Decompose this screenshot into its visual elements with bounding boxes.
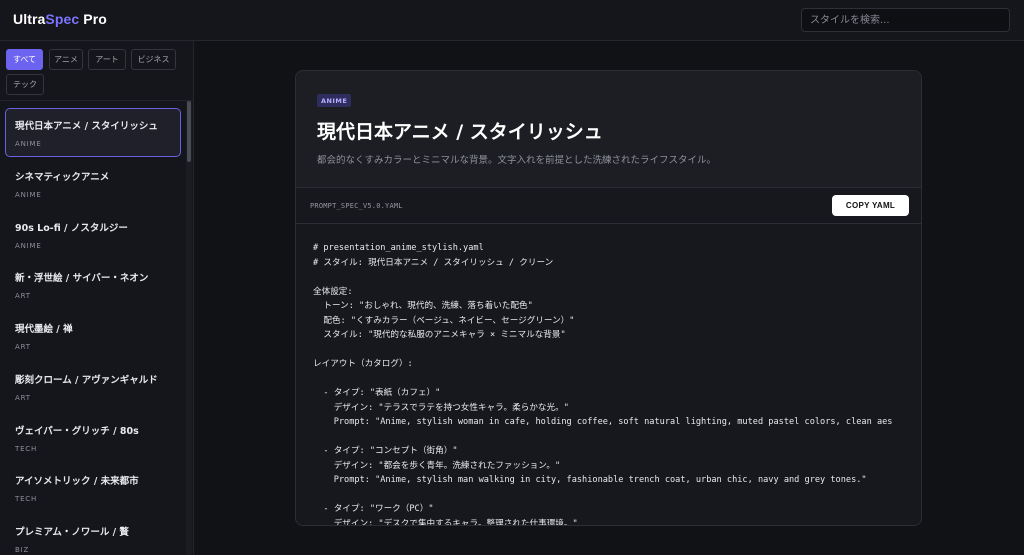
code-line: レイアウト（カタログ）: [313,359,413,369]
yaml-code-block[interactable]: # presentation_anime_stylish.yaml # スタイル:… [313,241,921,526]
code-line: # presentation_anime_stylish.yaml [313,243,484,253]
filter-chip-all[interactable]: すべて [6,49,43,70]
filter-chip-business[interactable]: ビジネス [131,49,176,70]
logo-suffix: Pro [79,11,107,27]
style-detail-card: ANIME 現代日本アニメ / スタイリッシュ 都会的なくすみカラーとミニマルな… [295,70,922,526]
logo-prefix: Ultra [13,11,46,27]
code-line: 全体設定: [313,286,353,297]
app-logo[interactable]: UltraSpec Pro [13,11,107,27]
style-name: アイソメトリック / 未来都市 [15,476,139,487]
code-line: デザイン: "デスクで集中するキャラ。整理された仕事環境。" [313,518,578,526]
style-description: 都会的なくすみカラーとミニマルな背景。文字入れを前提とした洗練されたライフスタイ… [317,155,717,166]
copy-yaml-button[interactable]: COPY YAML [832,195,909,216]
style-category: ART [15,292,31,300]
style-list-item[interactable]: 90s Lo-fi / ノスタルジー ANIME [5,210,181,259]
code-line: # スタイル: 現代日本アニメ / スタイリッシュ / クリーン [313,257,554,268]
style-list-item[interactable]: プレミアム・ノワール / 贅 BIZ [5,514,181,555]
style-category: ART [15,343,31,351]
style-name: 90s Lo-fi / ノスタルジー [15,223,128,234]
style-list-item[interactable]: アイソメトリック / 未来都市 TECH [5,463,181,512]
code-line: スタイル: "現代的な私服のアニメキャラ × ミニマルな背景" [313,330,566,340]
filter-chip-art[interactable]: アート [88,49,126,70]
style-name: ヴェイパー・グリッチ / 80s [15,426,139,437]
style-name: プレミアム・ノワール / 贅 [15,527,129,538]
category-badge: ANIME [317,94,352,107]
search-input[interactable] [801,8,1010,32]
code-line: Prompt: "Anime, stylish woman in cafe, h… [313,417,893,427]
style-category: ANIME [15,242,42,250]
file-name: PROMPT_SPEC_V5.0.YAML [310,202,403,210]
style-name: 現代日本アニメ / スタイリッシュ [15,121,158,132]
style-category: BIZ [15,546,30,554]
code-line: デザイン: "都会を歩く青年。洗練されたファッション。" [313,460,561,471]
style-name: シネマティックアニメ [15,172,110,183]
style-category: ANIME [15,191,42,199]
code-line: - タイプ: "表紙（カフェ）" [313,388,441,398]
style-name: 彫刻クローム / アヴァンギャルド [15,375,158,386]
style-list-item[interactable]: シネマティックアニメ ANIME [5,159,181,208]
code-line: Prompt: "Anime, stylish man walking in c… [313,475,867,485]
style-list-item[interactable]: 新・浮世絵 / サイバー・ネオン ART [5,260,181,309]
top-bar: UltraSpec Pro [0,0,1024,41]
style-category: TECH [15,445,38,453]
code-line: トーン: "おしゃれ、現代的、洗練、落ち着いた配色" [313,301,533,311]
filter-chip-tech[interactable]: テック [6,74,44,95]
sidebar-scrollbar[interactable] [186,101,192,555]
style-title: 現代日本アニメ / スタイリッシュ [317,121,603,143]
logo-accent: Spec [45,11,80,27]
style-list-item[interactable]: 現代日本アニメ / スタイリッシュ ANIME [5,108,181,157]
style-name: 新・浮世絵 / サイバー・ネオン [15,273,149,284]
filter-chip-anime[interactable]: アニメ [49,49,83,70]
style-list-item[interactable]: ヴェイパー・グリッチ / 80s TECH [5,413,181,462]
code-line: 配色: "くすみカラー（ベージュ、ネイビー、セージグリーン）" [313,315,575,326]
card-header: ANIME 現代日本アニメ / スタイリッシュ 都会的なくすみカラーとミニマルな… [296,71,921,188]
filter-bar: すべて アニメ アート ビジネス テック [0,41,193,101]
style-category: ART [15,394,31,402]
file-bar: PROMPT_SPEC_V5.0.YAML COPY YAML [296,188,921,224]
code-line: デザイン: "テラスでラテを持つ女性キャラ。柔らかな光。" [313,402,569,413]
style-list-item[interactable]: 現代墨絵 / 禅 ART [5,311,181,360]
style-category: ANIME [15,140,42,148]
sidebar: すべて アニメ アート ビジネス テック 現代日本アニメ / スタイリッシュ A… [0,41,194,555]
code-line: - タイプ: "ワーク（PC）" [313,504,434,514]
style-list-item[interactable]: 彫刻クローム / アヴァンギャルド ART [5,362,181,411]
style-name: 現代墨絵 / 禅 [15,324,73,335]
style-category: TECH [15,495,38,503]
sidebar-scroll-thumb[interactable] [187,101,191,162]
code-line: - タイプ: "コンセプト（街角）" [313,446,458,456]
